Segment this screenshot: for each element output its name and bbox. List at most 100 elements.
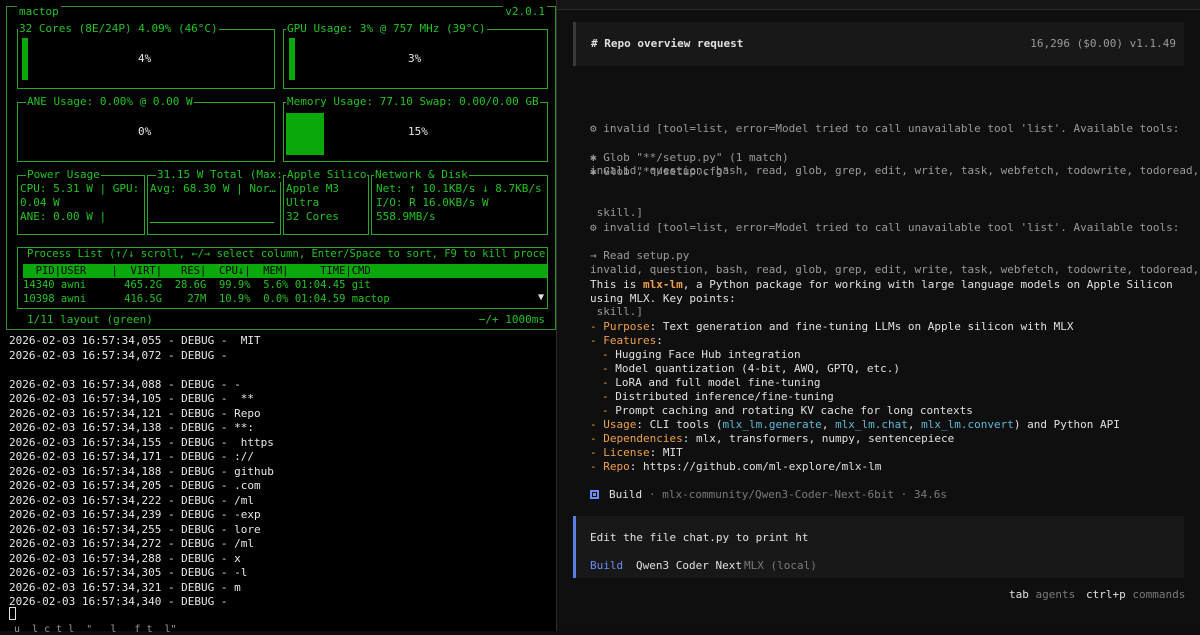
apple-core-count: 32 Cores bbox=[286, 210, 339, 223]
read-file-action: → Read setup.py bbox=[590, 249, 690, 262]
log-line: 2026-02-03 16:57:34,055 - DEBUG - MIT bbox=[9, 334, 261, 347]
tool-error-line: ⚙ invalid [tool=list, error=Model tried … bbox=[590, 122, 1180, 135]
gpu-usage-gauge bbox=[289, 38, 295, 80]
cpu-usage-box: 32 Cores (8E/24P) 4.09% (46°C) 4% bbox=[17, 22, 275, 89]
glob-result: ✱ Glob "**/setup.cfg" bbox=[590, 165, 730, 178]
process-list-title: Process List (↑/↓ scroll, ←/→ select col… bbox=[26, 248, 547, 261]
log-line: 2026-02-03 16:57:34,188 - DEBUG - github bbox=[9, 464, 274, 478]
log-line: 2026-02-03 16:57:34,340 - DEBUG - bbox=[9, 595, 228, 608]
ane-usage-box: ANE Usage: 0.00% @ 0.00 W 0% bbox=[17, 95, 275, 162]
total-power-sparkline bbox=[150, 222, 274, 223]
power-usage-box: Power Usage CPU: 5.31 W | GPU: 0.04 W AN… bbox=[17, 168, 145, 235]
apple-silicon-title: Apple Silico bbox=[286, 168, 368, 182]
feature-item: - Model quantization (4-bit, AWQ, GPTQ, … bbox=[602, 362, 901, 375]
log-line: 2026-02-03 16:57:34,321 - DEBUG - m bbox=[9, 580, 241, 594]
tool-error-line: skill.] bbox=[590, 305, 643, 318]
build-meta: · mlx-community/Qwen3-Coder-Next-6bit · … bbox=[649, 488, 948, 501]
window-top-edge bbox=[557, 0, 1200, 10]
glob-result: ✱ Glob "**/setup.py" (1 match) bbox=[590, 151, 789, 164]
power-ane-line: ANE: 0.00 W | bbox=[20, 210, 107, 223]
feature-item: - LoRA and full model fine-tuning bbox=[602, 376, 821, 389]
bullet-license: - License: MIT bbox=[590, 446, 683, 459]
network-line: Net: ↑ 10.1KB/s ↓ 8.7KB/s bbox=[376, 182, 542, 195]
process-row[interactable]: 14340 awni 465.2G 28.6G 99.9% 5.6% 01:04… bbox=[23, 278, 371, 292]
log-line: 2026-02-03 16:57:34,171 - DEBUG - :// bbox=[9, 450, 255, 463]
log-line: 2026-02-03 16:57:34,088 - DEBUG - - bbox=[9, 377, 241, 391]
process-table-header[interactable]: PID|USER | VIRT| RES| CPU↓| MEM| TIME|CM… bbox=[23, 264, 547, 278]
disk-io-write-line: 558.9MB/s bbox=[376, 210, 436, 223]
mactop-version: v2.0.1 bbox=[503, 5, 547, 18]
log-line: 2026-02-03 16:57:34,155 - DEBUG - https bbox=[9, 435, 274, 449]
power-gpu-line: 0.04 W bbox=[20, 196, 60, 209]
log-line: 2026-02-03 16:57:34,138 - DEBUG - **: bbox=[9, 421, 255, 434]
cpu-usage-title: 32 Cores (8E/24P) 4.09% (46°C) bbox=[18, 22, 219, 36]
build-label: Build bbox=[609, 488, 643, 501]
apple-chip-variant: Ultra bbox=[286, 196, 320, 209]
process-row[interactable]: 10398 awni 416.5G 27M 10.9% 0.0% 01:04.5… bbox=[23, 292, 390, 306]
cpu-usage-percent: 4% bbox=[138, 52, 152, 65]
memory-usage-box: Memory Usage: 77.10 Swap: 0.00/0.00 GB 1… bbox=[283, 95, 548, 162]
ane-usage-title: ANE Usage: 0.00% @ 0.00 W bbox=[26, 95, 194, 109]
gpu-usage-title: GPU Usage: 3% @ 757 MHz (39°C) bbox=[286, 22, 487, 36]
network-disk-title: Network & Disk bbox=[374, 168, 469, 182]
apple-silicon-box: Apple Silico Apple M3 Ultra 32 Cores bbox=[283, 168, 369, 235]
mactop-title: mactop bbox=[17, 5, 61, 18]
process-list-box[interactable]: Process List (↑/↓ scroll, ←/→ select col… bbox=[17, 247, 548, 309]
power-cpu-line: CPU: 5.31 W | GPU: bbox=[20, 182, 140, 195]
bullet-dependencies: - Dependencies: mlx, transformers, numpy… bbox=[590, 432, 955, 445]
scroll-down-icon[interactable]: ▼ bbox=[538, 292, 544, 303]
response-intro-line: This is mlx-lm, a Python package for wor… bbox=[590, 278, 1173, 291]
total-power-title: 31.15 W Total (Max: bbox=[156, 168, 284, 182]
memory-usage-percent: 15% bbox=[408, 125, 428, 138]
commands-shortcut[interactable]: ctrl+p commands bbox=[1086, 588, 1185, 601]
build-agent-icon bbox=[590, 490, 599, 499]
response-intro-line: using MLX. Key points: bbox=[590, 292, 736, 305]
log-line: 2026-02-03 16:57:34,305 - DEBUG - -l bbox=[9, 566, 248, 579]
log-line: 2026-02-03 16:57:34,121 - DEBUG - Repo bbox=[9, 406, 261, 420]
log-line: 2026-02-03 16:57:34,205 - DEBUG - .com bbox=[9, 479, 261, 492]
disk-io-line: I/O: R 16.0KB/s W bbox=[376, 196, 489, 209]
ane-usage-percent: 0% bbox=[138, 125, 152, 138]
left-terminal[interactable]: mactop v2.0.1 32 Cores (8E/24P) 4.09% (4… bbox=[0, 0, 556, 635]
feature-item: - Distributed inference/fine-tuning bbox=[602, 390, 834, 403]
terminal-cursor bbox=[9, 607, 16, 620]
network-disk-box: Network & Disk Net: ↑ 10.1KB/s ↓ 8.7KB/s… bbox=[371, 168, 548, 235]
log-partial-line: u l c t l " l f t l" bbox=[14, 624, 177, 635]
total-power-box: 31.15 W Total (Max: Avg: 68.30 W | Nor… bbox=[147, 168, 284, 235]
prompt-input[interactable]: Edit the file chat.py to print ht Build … bbox=[573, 516, 1184, 578]
memory-usage-title: Memory Usage: 77.10 Swap: 0.00/0.00 GB bbox=[286, 95, 540, 109]
log-line: 2026-02-03 16:57:34,222 - DEBUG - /ml bbox=[9, 493, 255, 507]
apple-chip-line: Apple M3 bbox=[286, 182, 339, 195]
provider-label: MLX (local) bbox=[744, 559, 817, 572]
debug-log: 2026-02-03 16:57:34,055 - DEBUG - MIT 202… bbox=[9, 334, 274, 610]
session-header: # Repo overview request 16,296 ($0.00) v… bbox=[573, 22, 1184, 66]
log-line: 2026-02-03 16:57:34,272 - DEBUG - /ml bbox=[9, 537, 255, 550]
model-selector[interactable]: Qwen3 Coder Next bbox=[636, 559, 742, 572]
gpu-usage-percent: 3% bbox=[408, 52, 422, 65]
log-line: 2026-02-03 16:57:34,239 - DEBUG - -exp bbox=[9, 508, 261, 521]
log-line: 2026-02-03 16:57:34,288 - DEBUG - x bbox=[9, 551, 241, 565]
agent-mode-selector[interactable]: Build bbox=[590, 559, 623, 572]
bullet-purpose: - Purpose: Text generation and fine-tuni… bbox=[590, 320, 1074, 333]
memory-usage-gauge bbox=[286, 113, 324, 155]
layout-label: 1/11 layout (green) bbox=[25, 313, 155, 326]
refresh-interval-label[interactable]: −/+ 1000ms bbox=[476, 313, 547, 326]
log-line: 2026-02-03 16:57:34,255 - DEBUG - lore bbox=[9, 522, 261, 536]
total-power-avg: Avg: 68.30 W | Nor… bbox=[150, 182, 276, 195]
tool-error-line: ⚙ invalid [tool=list, error=Model tried … bbox=[590, 221, 1180, 234]
log-line: 2026-02-03 16:57:34,072 - DEBUG - bbox=[9, 348, 228, 362]
prompt-text[interactable]: Edit the file chat.py to print ht bbox=[590, 531, 809, 544]
log-line: 2026-02-03 16:57:34,105 - DEBUG - ** bbox=[9, 392, 255, 405]
gpu-usage-box: GPU Usage: 3% @ 757 MHz (39°C) 3% bbox=[283, 22, 548, 89]
bullet-features: - Features: bbox=[590, 334, 663, 347]
mactop-panel: mactop v2.0.1 32 Cores (8E/24P) 4.09% (4… bbox=[6, 5, 556, 330]
power-usage-title: Power Usage bbox=[26, 168, 101, 182]
agents-shortcut[interactable]: tab agents bbox=[1009, 588, 1075, 601]
bullet-repo: - Repo: https://github.com/ml-explore/ml… bbox=[590, 460, 882, 473]
feature-item: - Hugging Face Hub integration bbox=[602, 348, 801, 361]
tool-error-line: invalid, question, bash, read, glob, gre… bbox=[590, 263, 1200, 276]
cpu-usage-gauge bbox=[22, 38, 28, 80]
session-title: # Repo overview request bbox=[591, 37, 744, 50]
right-terminal[interactable]: # Repo overview request 16,296 ($0.00) v… bbox=[556, 0, 1200, 631]
